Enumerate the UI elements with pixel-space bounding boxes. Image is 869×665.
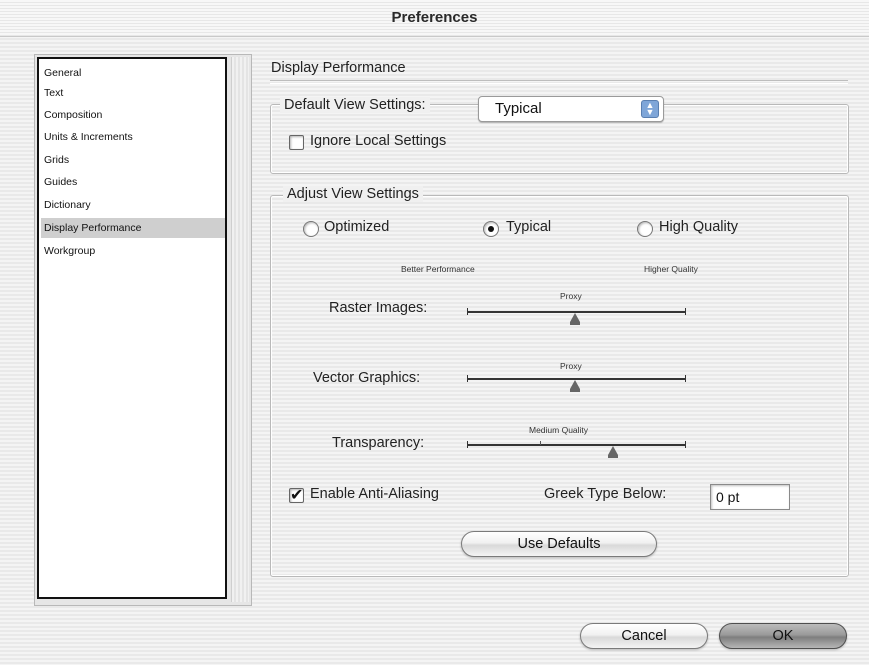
vector-slider-thumb-base (570, 389, 580, 392)
default-view-popup[interactable]: Typical ▲ ▼ (478, 96, 664, 122)
sidebar-item-general[interactable]: General (41, 63, 225, 83)
vector-slider-end-left (467, 375, 468, 382)
default-view-value: Typical (495, 100, 542, 117)
transparency-value: Medium Quality (529, 425, 589, 435)
sidebar-item-guides[interactable]: Guides (41, 172, 225, 192)
ok-button[interactable]: OK (719, 623, 847, 649)
radio-high-quality[interactable] (637, 221, 653, 237)
ignore-local-label: Ignore Local Settings (310, 133, 447, 149)
caption-higher-quality: Higher Quality (644, 264, 698, 274)
radio-optimized[interactable] (303, 221, 319, 237)
radio-high-quality-label: High Quality (659, 219, 738, 235)
sidebar-scrollbar[interactable] (231, 57, 249, 602)
title-bar[interactable]: Preferences (0, 0, 869, 37)
section-divider (270, 80, 848, 84)
use-defaults-button[interactable]: Use Defaults (461, 531, 657, 557)
adjust-view-label: Adjust View Settings (283, 186, 423, 202)
greek-type-label: Greek Type Below: (544, 486, 667, 502)
window-title: Preferences (391, 9, 478, 26)
sidebar: General Text Composition Units & Increme… (34, 54, 252, 606)
sidebar-item-display-performance[interactable]: Display Performance (41, 218, 225, 238)
raster-slider-thumb[interactable] (570, 313, 580, 322)
transparency-slider-tick (540, 441, 541, 445)
sidebar-item-composition[interactable]: Composition (41, 105, 225, 125)
sidebar-item-workgroup[interactable]: Workgroup (41, 241, 225, 261)
vector-graphics-label: Vector Graphics: (313, 370, 421, 386)
radio-optimized-label: Optimized (324, 219, 390, 235)
ignore-local-checkbox[interactable] (289, 135, 304, 150)
transparency-label: Transparency: (332, 435, 425, 451)
sidebar-item-dictionary[interactable]: Dictionary (41, 195, 225, 215)
anti-aliasing-label: Enable Anti-Aliasing (310, 486, 439, 502)
default-view-label: Default View Settings: (280, 97, 430, 113)
transparency-slider-thumb-base (608, 455, 618, 458)
radio-typical-label: Typical (506, 219, 552, 235)
raster-images-value: Proxy (560, 291, 582, 301)
section-title: Display Performance (271, 60, 406, 76)
adjust-view-group (270, 195, 849, 577)
raster-slider-end-left (467, 308, 468, 315)
vector-graphics-value: Proxy (560, 361, 582, 371)
transparency-slider-track (467, 444, 685, 446)
raster-slider-thumb-base (570, 322, 580, 325)
vector-slider-end-right (685, 375, 686, 382)
sidebar-item-text[interactable]: Text (41, 83, 225, 103)
category-list: General Text Composition Units & Increme… (37, 57, 227, 599)
anti-aliasing-checkbox[interactable] (289, 485, 304, 505)
preferences-window: Preferences General Text Composition Uni… (0, 0, 869, 665)
popup-arrows-icon: ▲ ▼ (641, 100, 659, 118)
raster-slider-end-right (685, 308, 686, 315)
sidebar-item-units-increments[interactable]: Units & Increments (41, 127, 225, 147)
sidebar-item-grids[interactable]: Grids (41, 150, 225, 170)
vector-slider-thumb[interactable] (570, 380, 580, 389)
caption-better-performance: Better Performance (401, 264, 475, 274)
transparency-slider-end-right (685, 441, 686, 448)
transparency-slider-end-left (467, 441, 468, 448)
transparency-slider-thumb[interactable] (608, 446, 618, 455)
raster-images-label: Raster Images: (329, 300, 428, 316)
cancel-button[interactable]: Cancel (580, 623, 708, 649)
radio-typical[interactable] (483, 221, 499, 237)
greek-type-input[interactable] (710, 484, 790, 510)
